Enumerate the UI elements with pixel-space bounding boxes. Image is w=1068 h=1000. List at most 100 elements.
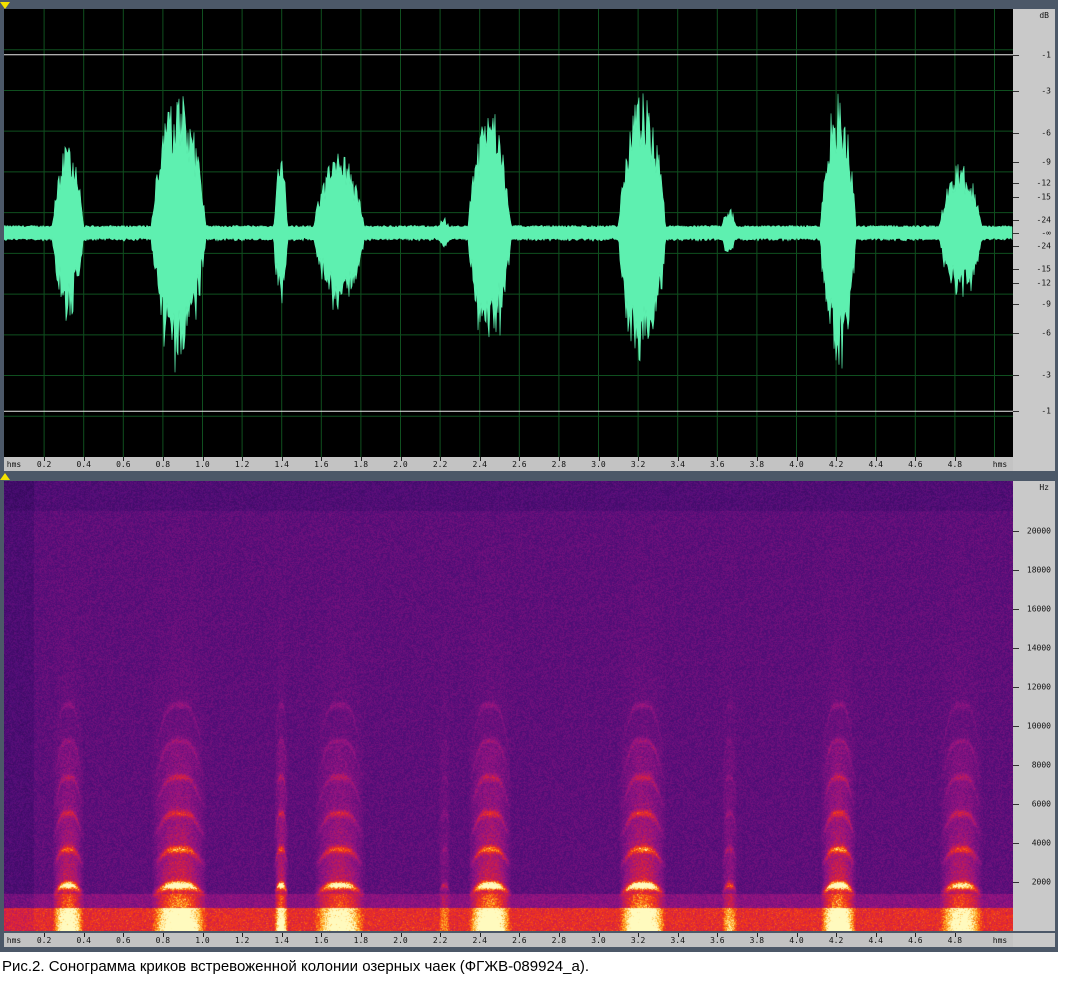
frequency-tick-label: 12000 — [1026, 682, 1051, 692]
time-tick-label: 1.6 — [314, 460, 329, 469]
time-tick-label: 2.2 — [432, 460, 448, 469]
time-tick-label: 4.6 — [908, 936, 923, 945]
time-tick-label: 2.4 — [472, 460, 487, 469]
frequency-tick — [1013, 725, 1019, 727]
time-tick-label: 1.0 — [195, 936, 210, 945]
amplitude-tick-label: -15 — [1036, 264, 1051, 274]
time-tick-label: 0.8 — [155, 936, 171, 945]
amplitude-axis: dB -1 -3 -6 -9 -12 -15 -24 -∞ -24 -15 -12 -9 -6 -3 -1 — [1013, 9, 1055, 457]
playhead-bottom-marker-icon[interactable] — [0, 473, 10, 480]
axis-corner — [1013, 457, 1055, 471]
time-format-end: hms — [992, 936, 1008, 945]
figure-caption: Рис.2. Сонограмма криков встревоженной к… — [2, 958, 589, 975]
amplitude-tick — [1013, 132, 1019, 134]
amplitude-tick-label: -3 — [1041, 86, 1051, 96]
amplitude-tick-label: -9 — [1041, 157, 1051, 167]
frequency-tick-label: 8000 — [1031, 760, 1051, 770]
frequency-unit: Hz — [1039, 483, 1049, 492]
audio-editor-window: dB -1 -3 -6 -9 -12 -15 -24 -∞ -24 -15 -12 -9 -6 -3 -1 … — [0, 0, 1058, 952]
waveform-svg — [4, 9, 1013, 457]
frequency-tick-label: 16000 — [1026, 604, 1051, 614]
waveform-display[interactable] — [4, 9, 1013, 457]
time-format-start: hms — [6, 936, 22, 945]
time-tick-label: 4.4 — [868, 936, 883, 945]
time-tick-label: 3.6 — [710, 460, 725, 469]
time-tick-label: 3.4 — [670, 460, 685, 469]
amplitude-tick — [1013, 220, 1019, 222]
waveform-panel: dB -1 -3 -6 -9 -12 -15 -24 -∞ -24 -15 -12 -9 -6 -3 -1 … — [0, 0, 1058, 472]
amplitude-tick — [1013, 91, 1019, 93]
time-ruler-top[interactable]: hms hms 0.2 0.4 0.6 0.8 1.0 1.2 1.4 1.6 1.8 2.0 2.… — [4, 457, 1013, 471]
time-tick-label: 3.8 — [749, 936, 765, 945]
amplitude-unit: dB — [1039, 11, 1049, 20]
frequency-tick — [1013, 530, 1019, 532]
time-tick-label: 1.4 — [274, 936, 289, 945]
amplitude-tick — [1013, 162, 1019, 164]
amplitude-tick-label: -15 — [1036, 192, 1051, 202]
frequency-tick — [1013, 686, 1019, 688]
time-tick-label: 3.0 — [591, 460, 606, 469]
amplitude-tick — [1013, 303, 1019, 305]
frequency-tick — [1013, 764, 1019, 766]
amplitude-tick — [1013, 411, 1019, 413]
time-tick-label: 1.8 — [353, 460, 369, 469]
time-tick-label: 4.2 — [828, 936, 844, 945]
time-tick-label: 3.0 — [591, 936, 606, 945]
time-tick-label: 4.0 — [789, 936, 804, 945]
time-tick-label: 4.2 — [828, 460, 844, 469]
amplitude-tick-label: -3 — [1041, 370, 1051, 380]
time-tick-label: 0.4 — [76, 460, 91, 469]
frequency-tick — [1013, 608, 1019, 610]
time-tick-label: 2.6 — [512, 936, 527, 945]
time-tick-label: 2.0 — [393, 460, 408, 469]
time-tick-label: 2.6 — [512, 460, 527, 469]
amplitude-tick — [1013, 374, 1019, 376]
time-tick-label: 2.0 — [393, 936, 408, 945]
time-tick-label: 0.8 — [155, 460, 171, 469]
playhead-marker-icon[interactable] — [0, 2, 10, 9]
time-tick-label: 1.4 — [274, 460, 289, 469]
amplitude-tick-label: -12 — [1036, 178, 1051, 188]
amplitude-tick-label: -9 — [1041, 299, 1051, 309]
time-tick-label: 4.8 — [947, 936, 963, 945]
time-format-start: hms — [6, 460, 22, 469]
time-tick-label: 3.4 — [670, 936, 685, 945]
time-tick-label: 2.8 — [551, 460, 567, 469]
amplitude-tick — [1013, 54, 1019, 56]
time-ruler-bottom[interactable]: hms hms 0.2 0.4 0.6 0.8 1.0 1.2 1.4 1.6 1.8 2.0 2.… — [4, 933, 1013, 947]
time-tick-label: 1.8 — [353, 936, 369, 945]
amplitude-tick-label: -1 — [1041, 50, 1051, 60]
amplitude-tick-label: -24 — [1036, 215, 1051, 225]
amplitude-tick-label: -12 — [1036, 278, 1051, 288]
time-tick-label: 2.2 — [432, 936, 448, 945]
amplitude-tick-label: -6 — [1041, 328, 1051, 338]
time-tick-label: 2.4 — [472, 936, 487, 945]
time-tick-label: 0.2 — [36, 460, 52, 469]
time-tick-label: 4.6 — [908, 460, 923, 469]
amplitude-tick — [1013, 233, 1019, 234]
time-tick-label: 3.2 — [630, 936, 646, 945]
axis-corner — [1013, 933, 1055, 947]
frequency-tick — [1013, 881, 1019, 883]
time-tick-label: 4.8 — [947, 460, 963, 469]
amplitude-tick — [1013, 245, 1019, 247]
time-tick-label: 2.8 — [551, 936, 567, 945]
amplitude-tick-label: -6 — [1041, 128, 1051, 138]
time-tick-label: 0.6 — [116, 936, 131, 945]
time-tick-label: 1.2 — [234, 936, 250, 945]
amplitude-tick-label: -24 — [1036, 241, 1051, 251]
frequency-tick-label: 6000 — [1031, 799, 1051, 809]
time-tick-label: 4.0 — [789, 460, 804, 469]
frequency-tick-label: 20000 — [1026, 526, 1051, 536]
frequency-tick-label: 10000 — [1026, 721, 1051, 731]
time-tick-label: 0.4 — [76, 936, 91, 945]
time-format-end: hms — [992, 460, 1008, 469]
spectrogram-display[interactable] — [4, 481, 1013, 931]
time-tick-label: 1.0 — [195, 460, 210, 469]
frequency-tick-label: 4000 — [1031, 838, 1051, 848]
frequency-tick — [1013, 569, 1019, 571]
time-tick-label: 0.6 — [116, 460, 131, 469]
time-tick-label: 1.2 — [234, 460, 250, 469]
frequency-tick — [1013, 803, 1019, 805]
amplitude-tick-label: -∞ — [1041, 228, 1051, 238]
